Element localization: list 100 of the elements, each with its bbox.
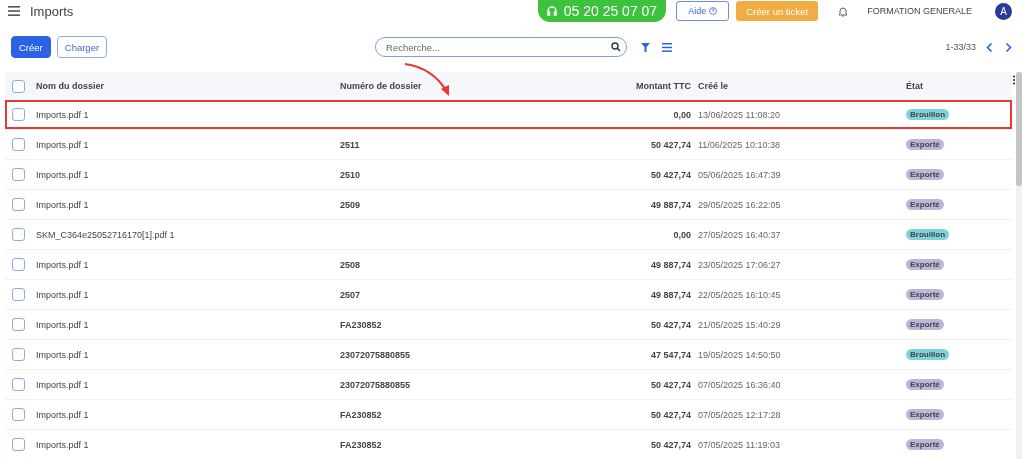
table-row[interactable]: Imports.pdf 1 2509 49 887,74 29/05/2025 16:22:05 Exporté bbox=[5, 190, 1012, 220]
file-name-cell: Imports.pdf 1 bbox=[36, 379, 89, 390]
pagination-count: 1-33/33 bbox=[945, 42, 976, 52]
table-row[interactable]: SKM_C364e25052716170[1].pdf 1 0,00 27/05/2025 16:40:37 Brouillon bbox=[5, 220, 1012, 250]
date-cell-text: 21/05/2025 15:40:29 bbox=[697, 319, 781, 330]
number-column-header[interactable]: Numéro de dossier bbox=[340, 81, 422, 91]
file-number-cell: 2509 bbox=[340, 199, 361, 210]
date-cell-text: 13/06/2025 11:08:20 bbox=[697, 109, 780, 120]
status-badge: Exporté bbox=[906, 199, 944, 210]
search-field[interactable]: Recherche... bbox=[375, 37, 628, 57]
amount-cell: 47 547,74 bbox=[650, 349, 691, 360]
row-checkbox[interactable] bbox=[12, 198, 25, 211]
file-name-cell: Imports.pdf 1 bbox=[36, 289, 89, 300]
user-avatar[interactable]: A bbox=[995, 2, 1012, 20]
date-cell-text: 07/05/2025 16:36:40 bbox=[697, 379, 781, 390]
column-menu-icon[interactable] bbox=[1012, 75, 1016, 85]
file-number-cell: 2507 bbox=[340, 289, 361, 300]
date-cell-text: 23/05/2025 17:06:27 bbox=[697, 259, 781, 270]
date-cell-text: 22/05/2025 16:10:45 bbox=[697, 289, 781, 300]
account-name[interactable]: FORMATION GENERALE bbox=[867, 6, 972, 16]
select-all-checkbox[interactable] bbox=[12, 79, 25, 93]
file-name-cell: SKM_C364e25052716170[1].pdf 1 bbox=[36, 229, 175, 240]
row-checkbox[interactable] bbox=[12, 228, 25, 241]
file-name-cell: Imports.pdf 1 bbox=[36, 319, 89, 330]
status-badge: Exporté bbox=[906, 379, 944, 390]
amount-cell: 50 427,74 bbox=[650, 139, 691, 150]
amount-cell: 49 887,74 bbox=[650, 259, 691, 270]
file-number-cell: FA230852 bbox=[340, 439, 382, 450]
table-row[interactable]: Imports.pdf 1 FA230852 50 427,74 07/05/2025 11:19:03 Exporté bbox=[5, 430, 1012, 459]
table-row[interactable]: Imports.pdf 1 FA230852 50 427,74 21/05/2025 15:40:29 Exporté bbox=[5, 310, 1012, 340]
row-checkbox[interactable] bbox=[12, 258, 25, 271]
table-row[interactable]: Imports.pdf 1 2511 50 427,74 11/06/2025 10:10:38 Exporté bbox=[5, 130, 1012, 160]
amount-cell: 50 427,74 bbox=[650, 379, 691, 390]
table-row[interactable]: Imports.pdf 1 2510 50 427,74 05/06/2025 16:47:39 Exporté bbox=[5, 160, 1012, 190]
file-name-cell: Imports.pdf 1 bbox=[36, 409, 89, 420]
date-cell-text: 07/05/2025 12:17:28 bbox=[697, 409, 781, 420]
bell-icon[interactable] bbox=[838, 5, 849, 17]
date-cell-text: 27/05/2025 16:40:37 bbox=[697, 229, 781, 240]
amount-column-header[interactable]: Montant TTC bbox=[636, 81, 691, 91]
file-number-cell: 2510 bbox=[340, 169, 361, 180]
status-badge: Brouillon bbox=[906, 349, 950, 360]
date-cell-text: 07/05/2025 11:19:03 bbox=[697, 439, 780, 450]
table-row[interactable]: Imports.pdf 1 23072075880855 47 547,74 19/05/2025 14:50:50 Brouillon bbox=[5, 340, 1012, 370]
date-cell-text: 05/06/2025 16:47:39 bbox=[697, 169, 781, 180]
status-badge: Brouillon bbox=[906, 229, 950, 240]
amount-cell: 0,00 bbox=[673, 109, 691, 120]
amount-cell: 50 427,74 bbox=[650, 169, 691, 180]
date-cell-text: 29/05/2025 16:22:05 bbox=[697, 199, 781, 210]
name-column-header[interactable]: Nom du dossier bbox=[36, 81, 104, 91]
list-icon[interactable] bbox=[662, 42, 673, 52]
row-checkbox[interactable] bbox=[12, 438, 25, 451]
amount-cell: 50 427,74 bbox=[650, 439, 691, 450]
date-column-header[interactable]: Créé le bbox=[691, 81, 729, 91]
help-button[interactable]: Aide bbox=[676, 1, 730, 21]
row-checkbox[interactable] bbox=[12, 138, 25, 151]
file-name-cell: Imports.pdf 1 bbox=[36, 349, 89, 360]
chevron-left-icon[interactable] bbox=[986, 42, 993, 52]
row-checkbox[interactable] bbox=[12, 348, 25, 361]
phone-badge: 05 20 25 07 07 bbox=[537, 0, 667, 22]
row-checkbox[interactable] bbox=[12, 408, 25, 421]
amount-cell: 0,00 bbox=[673, 229, 691, 240]
table-row[interactable]: Imports.pdf 1 23072075880855 50 427,74 07/05/2025 16:36:40 Exporté bbox=[5, 370, 1012, 400]
table-row[interactable]: Imports.pdf 1 2507 49 887,74 22/05/2025 16:10:45 Exporté bbox=[5, 280, 1012, 310]
file-name-cell: Imports.pdf 1 bbox=[36, 109, 89, 120]
file-number-cell: 23072075880855 bbox=[340, 379, 411, 390]
amount-cell: 50 427,74 bbox=[650, 409, 691, 420]
file-number-cell: FA230852 bbox=[340, 409, 382, 420]
chevron-right-icon[interactable] bbox=[1005, 42, 1012, 52]
status-badge: Exporté bbox=[906, 319, 944, 330]
amount-cell: 50 427,74 bbox=[650, 319, 691, 330]
load-button[interactable]: Charger bbox=[56, 36, 108, 58]
help-icon bbox=[709, 7, 718, 15]
file-name-cell: Imports.pdf 1 bbox=[36, 139, 89, 150]
amount-cell: 49 887,74 bbox=[650, 199, 691, 210]
row-checkbox[interactable] bbox=[12, 288, 25, 301]
row-checkbox[interactable] bbox=[12, 378, 25, 391]
file-name-cell: Imports.pdf 1 bbox=[36, 439, 89, 450]
status-badge: Exporté bbox=[906, 409, 944, 420]
menu-icon[interactable] bbox=[8, 6, 20, 16]
highlighted-row[interactable]: Imports.pdf 1 0,00 13/06/2025 11:08:20 Brouillon bbox=[5, 100, 1012, 130]
status-column-header[interactable]: État bbox=[906, 81, 923, 91]
filter-icon[interactable] bbox=[641, 42, 651, 52]
scrollbar[interactable] bbox=[1016, 72, 1022, 459]
row-checkbox[interactable] bbox=[12, 318, 25, 331]
status-badge: Exporté bbox=[906, 169, 944, 180]
search-icon[interactable] bbox=[611, 42, 622, 52]
create-button[interactable]: Créer bbox=[11, 36, 51, 58]
page-title: Imports bbox=[30, 3, 74, 19]
table-row[interactable]: Imports.pdf 1 2508 49 887,74 23/05/2025 17:06:27 Exporté bbox=[5, 250, 1012, 280]
amount-cell: 49 887,74 bbox=[650, 289, 691, 300]
row-checkbox[interactable] bbox=[12, 168, 25, 181]
file-number-cell: 23072075880855 bbox=[340, 349, 411, 360]
table-row[interactable]: Imports.pdf 1 FA230852 50 427,74 07/05/2025 12:17:28 Exporté bbox=[5, 400, 1012, 430]
status-badge: Exporté bbox=[906, 139, 944, 150]
row-checkbox[interactable] bbox=[12, 108, 25, 121]
file-name-cell: Imports.pdf 1 bbox=[36, 169, 89, 180]
file-name-cell: Imports.pdf 1 bbox=[36, 199, 89, 210]
file-number-cell: FA230852 bbox=[340, 319, 382, 330]
status-badge: Exporté bbox=[906, 259, 944, 270]
file-name-cell: Imports.pdf 1 bbox=[36, 259, 89, 270]
